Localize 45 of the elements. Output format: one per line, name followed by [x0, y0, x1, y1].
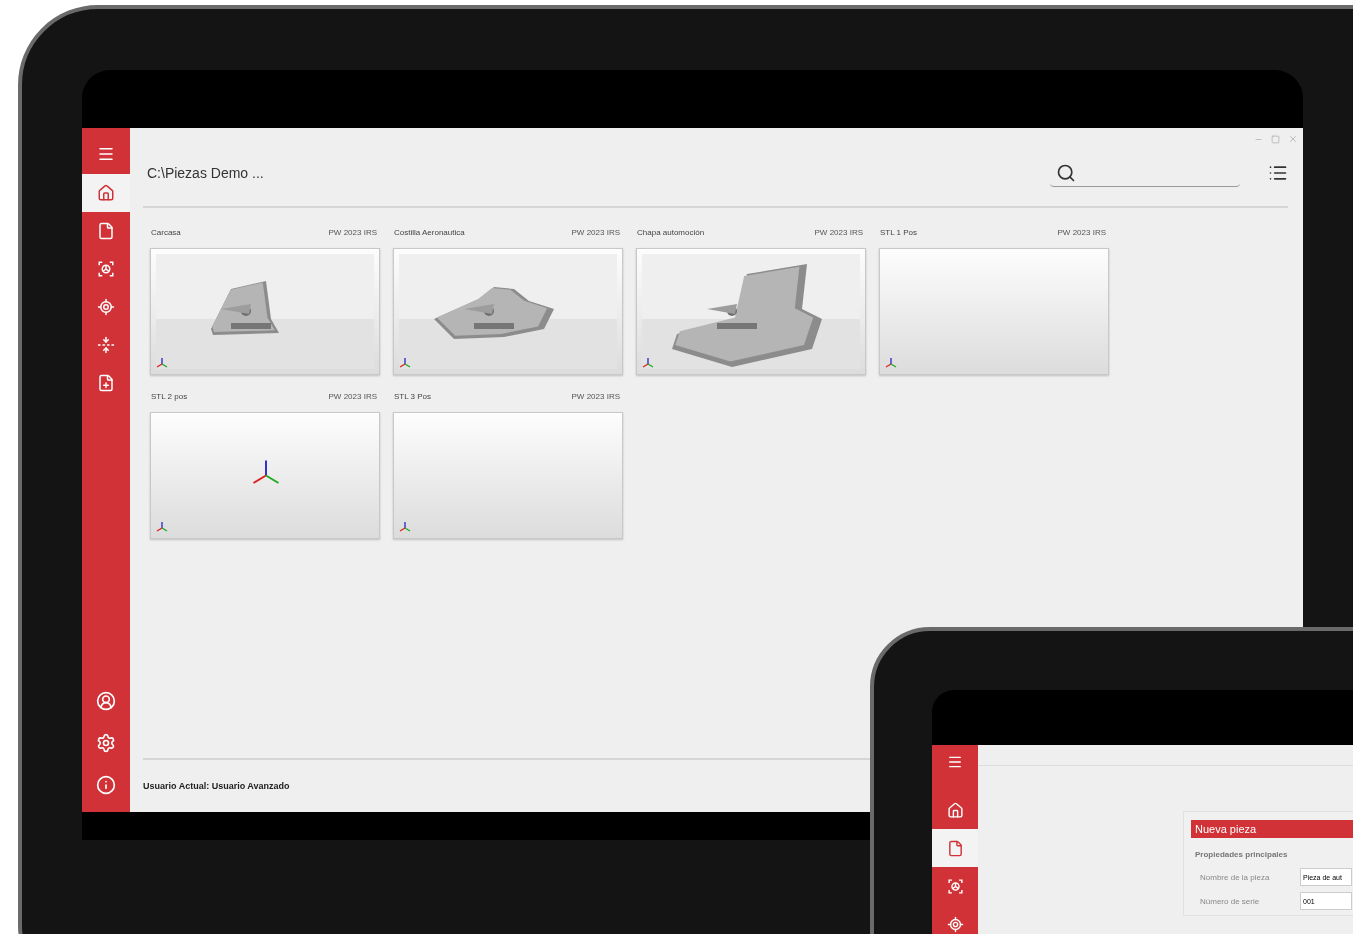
axes-icon	[399, 357, 411, 369]
part-name: Costilla Aeronautica	[394, 227, 465, 237]
panel-title: Nueva pieza	[1191, 820, 1353, 838]
version-label: PW 2023 IRS	[328, 227, 377, 237]
part-name: STL 3 Pos	[394, 391, 432, 401]
target-icon	[946, 915, 964, 933]
version-label: PW 2023 IRS	[328, 391, 377, 401]
axes-icon	[885, 357, 897, 369]
search-icon	[1056, 162, 1076, 183]
document-icon	[97, 222, 115, 240]
status-text: Usuario Actual: Usuario Avanzado	[143, 781, 290, 791]
info-icon	[96, 775, 116, 795]
version-label: PW 2023 IRS	[1057, 227, 1106, 237]
list-view-button[interactable]	[1268, 163, 1288, 183]
axes-icon	[642, 357, 654, 369]
field-label: Nombre de la pieza	[1199, 872, 1271, 882]
scan-icon	[946, 877, 964, 895]
document-icon	[946, 839, 964, 857]
home-icon	[946, 801, 964, 819]
settings-icon	[96, 733, 116, 753]
maximize-icon	[1271, 134, 1280, 144]
menu-icon	[947, 754, 963, 770]
user-icon	[96, 691, 116, 711]
sidebar-item[interactable]	[82, 174, 130, 212]
axes-icon	[156, 357, 168, 369]
section-heading: Propiedades principales	[1194, 849, 1289, 861]
file-plus-icon	[97, 374, 115, 392]
part-name: Carcasa	[151, 227, 181, 237]
close-icon	[1288, 134, 1298, 144]
axes-icon	[156, 521, 168, 533]
version-label: PW 2023 IRS	[571, 391, 620, 401]
version-label: PW 2023 IRS	[814, 227, 863, 237]
folder-path: C:\Piezas Demo ...	[147, 165, 265, 181]
field-label: Número de serie	[1199, 896, 1261, 906]
part-name: STL 2 pos	[151, 391, 188, 401]
part-name: Chapa automoción	[637, 227, 705, 237]
version-label: PW 2023 IRS	[571, 227, 620, 237]
scan-icon	[97, 260, 115, 278]
part-name: STL 1 Pos	[880, 227, 918, 237]
target-icon	[97, 298, 115, 316]
align-icon	[97, 336, 115, 354]
menu-icon	[97, 145, 115, 163]
sidebar-item[interactable]	[932, 829, 978, 867]
home-icon	[97, 184, 115, 202]
axes-icon	[399, 521, 411, 533]
